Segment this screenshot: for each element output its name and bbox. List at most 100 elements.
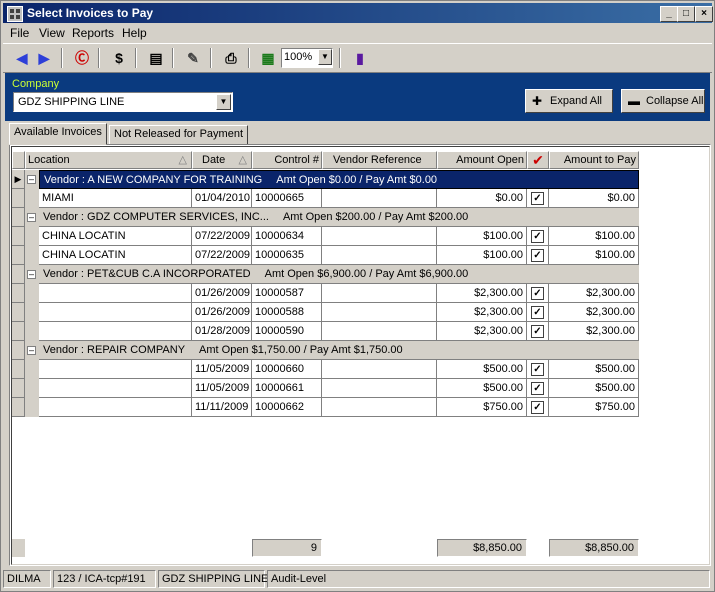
close-icon[interactable]: ×	[695, 6, 713, 22]
row-selector[interactable]	[12, 189, 25, 208]
maximize-icon[interactable]: □	[677, 6, 695, 22]
forward-arrow-icon[interactable]: ▶	[33, 48, 55, 68]
cell-amount-to-pay[interactable]: $2,300.00	[549, 284, 639, 303]
column-header-location[interactable]: Location △	[25, 151, 192, 169]
pay-checkbox[interactable]: ✓	[531, 382, 544, 395]
zoom-select[interactable]: 100% ▼	[281, 48, 333, 68]
column-header-vendor-reference[interactable]: Vendor Reference	[322, 151, 437, 169]
row-selector[interactable]	[12, 398, 25, 417]
cell-amount-to-pay[interactable]: $2,300.00	[549, 303, 639, 322]
column-header-date[interactable]: Date △	[192, 151, 252, 169]
vendor-group-row[interactable]: – Vendor : REPAIR COMPANY Amt Open $1,750.…	[12, 341, 640, 360]
invoice-row[interactable]: 11/05/2009 10000660 $500.00 ✓ $500.00	[12, 360, 640, 379]
cell-amount-to-pay[interactable]: $100.00	[549, 246, 639, 265]
cell-amount-open: $500.00	[437, 360, 527, 379]
menu-view[interactable]: View	[39, 26, 65, 40]
invoice-grid: Location △ Date △ Control # Vendor Referen…	[9, 144, 711, 566]
print-icon[interactable]: ⎙	[220, 48, 242, 68]
pay-checkbox[interactable]: ✓	[531, 230, 544, 243]
report-icon[interactable]: ▤	[145, 48, 167, 68]
footer-selector	[12, 539, 25, 557]
cell-amount-to-pay[interactable]: $500.00	[549, 360, 639, 379]
edit-icon[interactable]: ✎	[182, 48, 204, 68]
back-arrow-icon[interactable]: ◀	[11, 48, 33, 68]
pay-checkbox-cell[interactable]: ✓	[527, 227, 549, 246]
cell-amount-to-pay[interactable]: $100.00	[549, 227, 639, 246]
menu-reports[interactable]: Reports	[72, 26, 114, 40]
row-selector[interactable]	[12, 208, 25, 227]
collapse-group-icon[interactable]: –	[27, 346, 36, 355]
exit-icon[interactable]: ▮	[349, 48, 371, 68]
pay-checkbox-cell[interactable]: ✓	[527, 398, 549, 417]
invoice-row[interactable]: 11/11/2009 10000662 $750.00 ✓ $750.00	[12, 398, 640, 417]
vendor-group-row[interactable]: ▶ – Vendor : A NEW COMPANY FOR TRAINING Amt…	[12, 170, 640, 189]
row-selector[interactable]	[12, 379, 25, 398]
invoice-row[interactable]: CHINA LOCATIN 07/22/2009 10000635 $100.00 ✓ $…	[12, 246, 640, 265]
row-selector[interactable]	[12, 265, 25, 284]
pay-checkbox-cell[interactable]: ✓	[527, 303, 549, 322]
pay-checkbox[interactable]: ✓	[531, 325, 544, 338]
row-selector[interactable]	[12, 360, 25, 379]
pay-checkbox[interactable]: ✓	[531, 192, 544, 205]
collapse-group-icon[interactable]: –	[27, 175, 36, 184]
pay-checkbox-cell[interactable]: ✓	[527, 284, 549, 303]
cell-date: 11/05/2009	[192, 360, 252, 379]
expand-icon: ✚	[532, 94, 543, 108]
row-selector[interactable]	[12, 246, 25, 265]
pay-checkbox[interactable]: ✓	[531, 249, 544, 262]
column-header-control[interactable]: Control #	[252, 151, 322, 169]
cell-amount-to-pay[interactable]: $2,300.00	[549, 322, 639, 341]
invoice-row[interactable]: 01/26/2009 10000587 $2,300.00 ✓ $2,300.00	[12, 284, 640, 303]
pay-checkbox-cell[interactable]: ✓	[527, 246, 549, 265]
cell-location	[39, 360, 192, 379]
status-user: DILMA	[3, 570, 51, 588]
menu-help[interactable]: Help	[122, 26, 147, 40]
minimize-icon[interactable]: _	[660, 6, 678, 22]
pay-checkbox[interactable]: ✓	[531, 401, 544, 414]
row-selector[interactable]	[12, 322, 25, 341]
cell-amount-open: $0.00	[437, 189, 527, 208]
expand-all-button[interactable]: ✚ Expand All	[525, 89, 613, 113]
cell-amount-to-pay[interactable]: $750.00	[549, 398, 639, 417]
pay-checkbox-cell[interactable]: ✓	[527, 360, 549, 379]
vendor-group-row[interactable]: – Vendor : PET&CUB C.A INCORPORATED Amt Op…	[12, 265, 640, 284]
pay-checkbox[interactable]: ✓	[531, 306, 544, 319]
invoice-row[interactable]: 01/28/2009 10000590 $2,300.00 ✓ $2,300.00	[12, 322, 640, 341]
cell-vendor-ref	[322, 360, 437, 379]
total-count: 9	[252, 539, 322, 557]
invoice-row[interactable]: 11/05/2009 10000661 $500.00 ✓ $500.00	[12, 379, 640, 398]
cell-amount-to-pay[interactable]: $500.00	[549, 379, 639, 398]
collapse-group-icon[interactable]: –	[27, 213, 36, 222]
pay-checkbox-cell[interactable]: ✓	[527, 189, 549, 208]
collapse-group-icon[interactable]: –	[27, 270, 36, 279]
pay-checkbox[interactable]: ✓	[531, 287, 544, 300]
row-selector[interactable]	[12, 303, 25, 322]
invoice-row[interactable]: 01/26/2009 10000588 $2,300.00 ✓ $2,300.00	[12, 303, 640, 322]
check-all-icon[interactable]: ✔	[527, 151, 549, 169]
row-selector[interactable]	[12, 284, 25, 303]
pay-checkbox[interactable]: ✓	[531, 363, 544, 376]
menu-file[interactable]: File	[10, 26, 29, 40]
tab-available-invoices[interactable]: Available Invoices	[9, 123, 107, 145]
tab-not-released[interactable]: Not Released for Payment	[109, 125, 249, 145]
invoice-row[interactable]: CHINA LOCATIN 07/22/2009 10000634 $100.00 ✓ $…	[12, 227, 640, 246]
cell-amount-to-pay[interactable]: $0.00	[549, 189, 639, 208]
invoice-row[interactable]: MIAMI 01/04/2010 10000665 $0.00 ✓ $0.00	[12, 189, 640, 208]
dollar-icon[interactable]: $	[108, 48, 130, 68]
column-header-amount-to-pay[interactable]: Amount to Pay	[549, 151, 639, 169]
row-selector[interactable]	[12, 341, 25, 360]
cell-vendor-ref	[322, 398, 437, 417]
collapse-all-button[interactable]: ▬ Collapse All	[621, 89, 705, 113]
cell-vendor-ref	[322, 246, 437, 265]
pay-checkbox-cell[interactable]: ✓	[527, 322, 549, 341]
refresh-icon[interactable]: Ⓒ	[71, 48, 93, 68]
chevron-down-icon[interactable]: ▼	[216, 94, 231, 110]
vendor-group-row[interactable]: – Vendor : GDZ COMPUTER SERVICES, INC... A…	[12, 208, 640, 227]
row-selector[interactable]: ▶	[12, 170, 25, 189]
grid-color-icon[interactable]: ▦	[257, 48, 279, 68]
pay-checkbox-cell[interactable]: ✓	[527, 379, 549, 398]
row-selector[interactable]	[12, 227, 25, 246]
column-header-amount-open[interactable]: Amount Open	[437, 151, 527, 169]
company-select[interactable]: GDZ SHIPPING LINE ▼	[13, 92, 233, 112]
chevron-down-icon[interactable]: ▼	[318, 49, 332, 65]
